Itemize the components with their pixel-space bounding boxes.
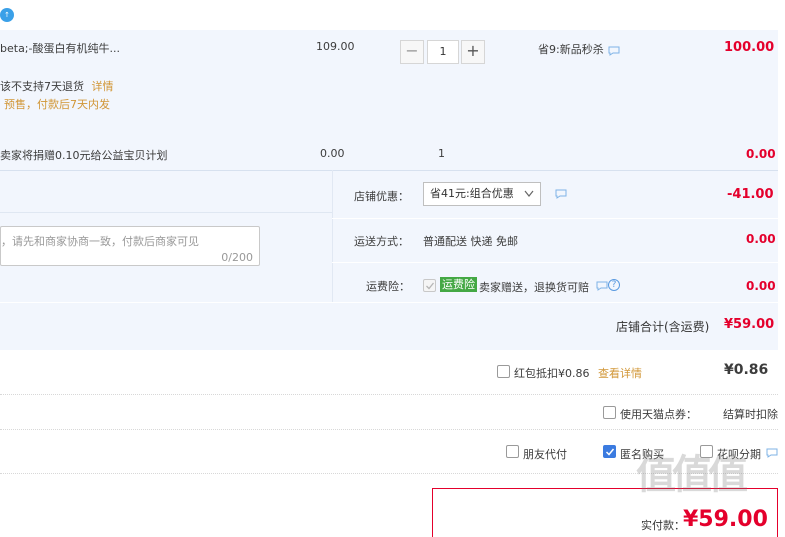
shop-row-divider-3 [332, 262, 778, 263]
corner-badge-icon: ↑ [0, 8, 14, 22]
shipping-amount: 0.00 [746, 232, 776, 246]
friend-pay-label: 朋友代付 [523, 448, 567, 461]
shop-discount-label: 店铺优惠： [354, 190, 409, 203]
product-name[interactable]: beta;-酸蛋白有机纯牛... [0, 40, 120, 56]
quantity-increase-button[interactable]: + [461, 40, 485, 64]
insurance-text: 卖家赠送，退换货可赔 [479, 281, 589, 294]
buyer-message-input[interactable]: ，请先和商家协商一致，付款后商家可见 0/200 [0, 226, 260, 266]
friend-pay-checkbox[interactable] [506, 445, 519, 458]
quantity-input[interactable]: 1 [427, 40, 459, 64]
presale-note: 预售，付款后7天内发 [4, 98, 110, 111]
check-icon [426, 282, 435, 290]
message-placeholder: ，请先和商家协商一致，付款后商家可见 [1, 235, 199, 248]
payment-total-amount: ¥59.00 [683, 507, 768, 532]
message-counter: 0/200 [221, 251, 253, 264]
redpacket-amount: ¥0.86 [724, 362, 769, 378]
redpacket-label: 红包抵扣¥0.86 [514, 367, 590, 380]
chevron-down-icon [524, 190, 534, 197]
shop-row-divider-4 [0, 302, 778, 303]
redpacket-row [0, 350, 778, 395]
check-icon [605, 448, 615, 456]
insurance-badge: 运费险 [440, 277, 477, 292]
shop-row-divider-1 [0, 212, 332, 213]
product-subtotal: 100.00 [724, 40, 775, 55]
charity-text: 卖家将捐赠0.10元给公益宝贝计划 [0, 149, 168, 162]
anonymous-checkbox[interactable] [603, 445, 616, 458]
charity-price: 0.00 [320, 147, 345, 160]
watermark-logo: 值值值 [636, 452, 748, 498]
redpacket-detail-link[interactable]: 查看详情 [598, 365, 642, 381]
shop-discount-value: 省41元:组合优惠 [430, 187, 514, 200]
promo-label: 省9:新品秒杀 [538, 43, 604, 56]
unit-price: 109.00 [316, 40, 355, 53]
tmall-points-note: 结算时扣除 [723, 408, 778, 421]
shop-total-label: 店铺合计(含运费) [616, 320, 710, 334]
chat-icon[interactable] [766, 448, 778, 458]
charity-subtotal: 0.00 [746, 147, 776, 161]
shop-discount-amount: -41.00 [727, 187, 774, 202]
chat-icon[interactable] [596, 281, 608, 291]
tmall-points-label: 使用天猫点券： [620, 408, 697, 421]
charity-quantity: 1 [438, 147, 445, 160]
shop-discount-select[interactable]: 省41元:组合优惠 [423, 182, 541, 206]
insurance-amount: 0.00 [746, 279, 776, 293]
tmall-points-checkbox[interactable] [603, 406, 616, 419]
chat-icon[interactable] [608, 46, 620, 56]
quantity-decrease-button[interactable]: − [400, 40, 424, 64]
return-policy-label: 该不支持7天退货 [0, 80, 84, 93]
chat-icon[interactable] [555, 189, 567, 199]
shop-row-divider-2 [332, 218, 778, 219]
return-detail-link[interactable]: 详情 [92, 80, 114, 93]
help-icon[interactable]: ? [608, 279, 620, 291]
insurance-label: 运费险： [366, 280, 410, 293]
insurance-checkbox[interactable] [423, 279, 436, 292]
shipping-value: 普通配送 快递 免邮 [423, 235, 518, 248]
payment-total-label: 实付款： [641, 519, 685, 532]
shop-total-value: ¥59.00 [724, 317, 775, 332]
shop-section-divider [332, 170, 333, 303]
redpacket-checkbox[interactable] [497, 365, 510, 378]
shipping-label: 运送方式： [354, 235, 409, 248]
return-policy-text: 该不支持7天退货 详情 [0, 78, 114, 94]
